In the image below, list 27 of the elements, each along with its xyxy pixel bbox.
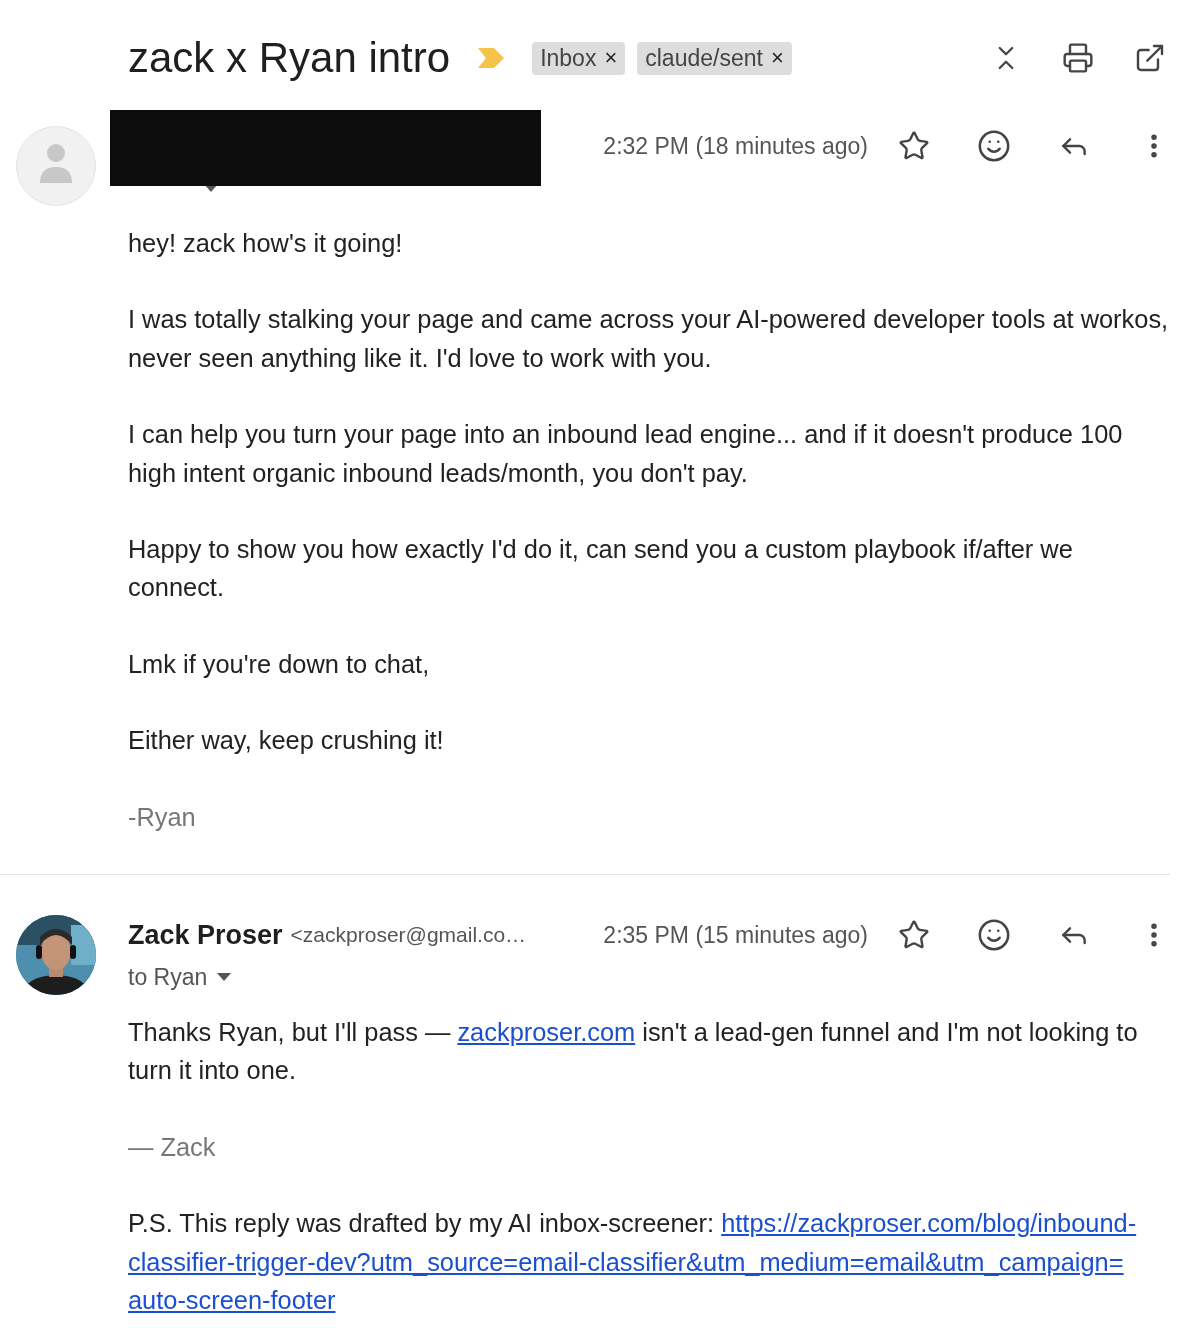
signature: — Zack <box>128 1131 217 1163</box>
message-paragraph: P.S. This reply was drafted by my AI inbox-screener: https://zackproser.com/blog/inbound- classifier-trigger-dev?utm_source=email-classifier&utm_medium=email&utm_campaign= auto-screen-footer <box>128 1204 1174 1320</box>
message-paragraph: Thanks Ryan, but I'll pass — zackproser.com isn't a lead-gen funnel and I'm not looking to turn it into one. <box>128 1013 1174 1090</box>
message-paragraph: Happy to show you how exactly I'd do it, can send you a custom playbook if/after we connect. <box>128 534 1074 604</box>
message-paragraph: Either way, keep crushing it! <box>128 725 445 757</box>
recipient-label: to Ryan <box>128 963 208 991</box>
label-chip[interactable]: claude/sent × <box>637 41 792 75</box>
message-paragraph: Lmk if you're down to chat, <box>128 648 431 680</box>
link[interactable]: classifier-trigger-dev?utm_source=email-classifier&utm_medium=email&utm_campaign= <box>128 1242 1124 1282</box>
message-paragraph: hey! zack how's it going! <box>128 228 404 259</box>
thread-title: zack x Ryan intro <box>128 34 451 82</box>
remove-label-button[interactable]: × <box>770 45 784 71</box>
sender-email: <zackproser@gmail.co… <box>290 923 527 948</box>
person-icon <box>38 143 74 183</box>
link[interactable]: auto-screen-footer <box>128 1281 336 1320</box>
link[interactable]: https://zackproser.com/blog/inbound- <box>721 1204 1137 1243</box>
message-time: 2:32 PM (18 minutes ago) <box>603 132 868 160</box>
caret-icon[interactable] <box>204 184 218 192</box>
sender-name: Zack Proser <box>128 919 283 951</box>
message-time: 2:35 PM (15 minutes ago) <box>603 921 868 949</box>
caret-icon[interactable] <box>217 973 232 982</box>
signature: -Ryan <box>128 801 197 833</box>
message-paragraph: I was totally stalking your page and came across your AI-powered developer tools at workos, never seen anything like it. I'd love to work with you. <box>128 304 1170 374</box>
remove-label-button[interactable]: × <box>604 45 618 71</box>
message-paragraph: I can help you turn your page into an inbound lead engine... and if it doesn't produce 100 high intent organic inbound leads/month, you don't pay. <box>128 419 1124 489</box>
label-chip[interactable]: Inbox × <box>532 41 626 75</box>
link[interactable]: zackproser.com <box>457 1013 636 1052</box>
